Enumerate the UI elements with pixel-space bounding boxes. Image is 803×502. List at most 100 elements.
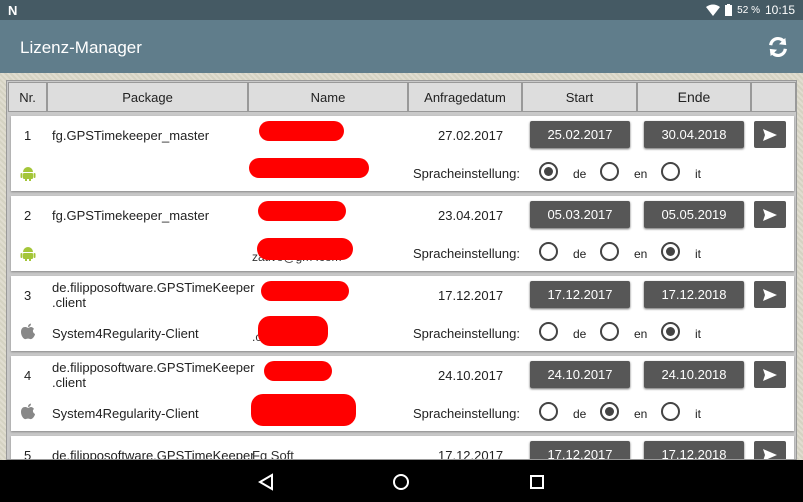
table-row: 1 fg.GPSTimekeeper_master 27.02.2017 25.02.…	[11, 116, 794, 191]
header-end: Ende	[637, 82, 751, 112]
language-option-label: de	[573, 327, 587, 341]
header-request-date: Anfragedatum	[408, 82, 522, 112]
apple-icon	[20, 323, 36, 345]
request-date: 23.04.2017	[438, 208, 504, 223]
package-name: de.filipposoftware.GPSTimeKeeper .client	[52, 360, 255, 390]
row-nr: 1	[24, 128, 32, 143]
end-date-button[interactable]: 05.05.2019	[644, 201, 744, 228]
refresh-icon[interactable]	[767, 36, 789, 58]
row-nr: 3	[24, 288, 32, 303]
language-option-label: it	[695, 247, 701, 261]
header-name: Name	[248, 82, 408, 112]
send-icon	[763, 288, 777, 301]
language-radio-it[interactable]	[661, 162, 680, 181]
language-option-label: it	[695, 407, 701, 421]
send-button[interactable]	[754, 121, 786, 148]
app-title: Lizenz-Manager	[20, 38, 142, 57]
send-icon	[763, 448, 777, 459]
language-option-label: en	[634, 327, 648, 341]
package-name: de.filipposoftware.GPSTimeKeeper .client	[52, 280, 255, 310]
android-icon	[20, 165, 36, 186]
end-date-button[interactable]: 24.10.2018	[644, 361, 744, 388]
package-name: de.filipposoftware.GPSTimeKeeper	[52, 448, 255, 460]
battery-percent: 52 %	[737, 4, 760, 16]
customer-name: Fg Soft	[252, 448, 294, 460]
send-icon	[763, 368, 777, 381]
language-option-label: en	[634, 407, 648, 421]
android-icon	[20, 245, 36, 266]
language-radio-en[interactable]	[600, 402, 619, 421]
recents-icon[interactable]	[529, 474, 545, 490]
request-date: 24.10.2017	[438, 368, 504, 383]
wifi-icon	[706, 4, 721, 16]
send-icon	[763, 208, 777, 221]
row-nr: 5	[24, 448, 32, 460]
end-date-button[interactable]: 17.12.2018	[644, 441, 744, 459]
clock: 10:15	[764, 3, 795, 17]
language-radio-de[interactable]	[539, 402, 558, 421]
request-date: 17.12.2017	[438, 288, 504, 303]
redaction	[258, 201, 346, 221]
language-radio-en[interactable]	[600, 242, 619, 261]
battery-icon	[725, 4, 733, 16]
header-nr: Nr.	[8, 82, 47, 112]
start-date-button[interactable]: 05.03.2017	[530, 201, 630, 228]
redaction	[258, 316, 328, 346]
redaction	[259, 121, 344, 141]
language-label: Spracheinstellung:	[413, 326, 520, 341]
send-button[interactable]	[754, 361, 786, 388]
redaction	[264, 361, 332, 381]
home-icon[interactable]	[392, 473, 410, 491]
language-radio-it[interactable]	[661, 402, 680, 421]
package-name: fg.GPSTimekeeper_master	[52, 128, 210, 143]
language-option-label: de	[573, 167, 587, 181]
end-date-button[interactable]: 17.12.2018	[644, 281, 744, 308]
app-name: System4Regularity-Client	[52, 326, 199, 341]
language-radio-de[interactable]	[539, 242, 558, 261]
table-row: 3 de.filipposoftware.GPSTimeKeeper .clien…	[11, 276, 794, 351]
table-row: 5 de.filipposoftware.GPSTimeKeeper Fg Soft…	[11, 436, 794, 460]
send-icon	[763, 128, 777, 141]
license-table: Nr. Package Name Anfragedatum Start Ende…	[6, 80, 797, 460]
start-date-button[interactable]: 17.12.2017	[530, 441, 630, 459]
content-area: Nr. Package Name Anfragedatum Start Ende…	[0, 73, 803, 460]
redaction	[261, 281, 349, 301]
notification-icon: N	[8, 3, 18, 18]
start-date-button[interactable]: 24.10.2017	[530, 361, 630, 388]
send-button[interactable]	[754, 441, 786, 459]
language-radio-it[interactable]	[661, 322, 680, 341]
language-radio-de[interactable]	[539, 162, 558, 181]
app-name: System4Regularity-Client	[52, 406, 199, 421]
header-start: Start	[522, 82, 637, 112]
redaction	[257, 238, 353, 260]
end-date-button[interactable]: 30.04.2018	[644, 121, 744, 148]
header-action	[751, 82, 796, 112]
language-option-label: de	[573, 247, 587, 261]
request-date: 17.12.2017	[438, 448, 504, 460]
row-nr: 2	[24, 208, 32, 223]
app-bar: Lizenz-Manager	[0, 20, 803, 73]
language-option-label: it	[695, 327, 701, 341]
back-icon[interactable]	[258, 473, 274, 491]
language-option-label: en	[634, 167, 648, 181]
header-package: Package	[47, 82, 248, 112]
language-option-label: de	[573, 407, 587, 421]
language-radio-it[interactable]	[661, 242, 680, 261]
start-date-button[interactable]: 25.02.2017	[530, 121, 630, 148]
send-button[interactable]	[754, 201, 786, 228]
navigation-bar	[0, 460, 803, 502]
language-radio-en[interactable]	[600, 162, 619, 181]
request-date: 27.02.2017	[438, 128, 504, 143]
row-nr: 4	[24, 368, 32, 383]
language-label: Spracheinstellung:	[413, 246, 520, 261]
language-label: Spracheinstellung:	[413, 406, 520, 421]
language-radio-en[interactable]	[600, 322, 619, 341]
package-name: fg.GPSTimekeeper_master	[52, 208, 210, 223]
language-radio-de[interactable]	[539, 322, 558, 341]
language-option-label: it	[695, 167, 701, 181]
send-button[interactable]	[754, 281, 786, 308]
start-date-button[interactable]: 17.12.2017	[530, 281, 630, 308]
redaction	[251, 394, 356, 426]
table-row: 4 de.filipposoftware.GPSTimeKeeper .clien…	[11, 356, 794, 431]
apple-icon	[20, 403, 36, 425]
